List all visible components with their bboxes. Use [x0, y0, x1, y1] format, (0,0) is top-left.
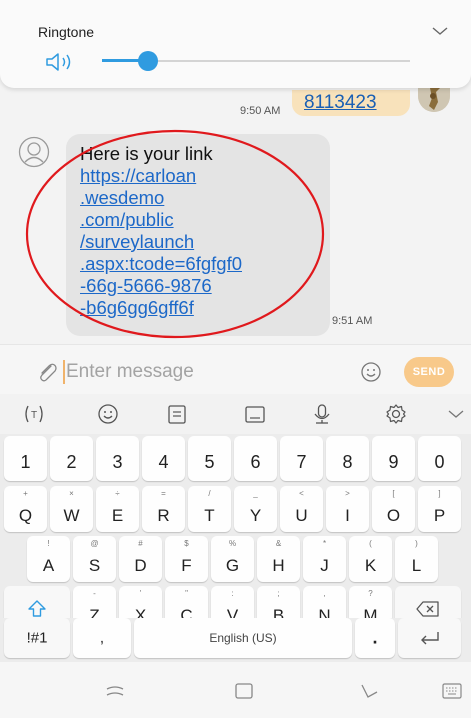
received-message-time: 9:51 AM — [332, 315, 373, 327]
key-o[interactable]: [O — [372, 486, 415, 532]
ringtone-title: Ringtone — [38, 24, 95, 40]
key-9[interactable]: 9 — [372, 436, 415, 481]
key-w[interactable]: × W — [50, 486, 93, 532]
key-h[interactable]: & H — [257, 536, 300, 582]
contact-avatar-icon[interactable] — [18, 136, 50, 168]
key-l[interactable]: ) L — [395, 536, 438, 582]
emoji-icon[interactable] — [360, 361, 382, 383]
key-q[interactable]: + Q — [4, 486, 47, 532]
compose-bar: SEND — [0, 344, 471, 394]
key-t[interactable]: / T — [188, 486, 231, 532]
key-s[interactable]: @ S — [73, 536, 116, 582]
key-i[interactable]: > I — [326, 486, 369, 532]
keyboard-bottom-row: !#1 , English (US) . — [0, 618, 471, 662]
key-1[interactable]: 1 — [4, 436, 47, 481]
key-0[interactable]: 0 — [418, 436, 461, 481]
key-7[interactable]: 7 — [280, 436, 323, 481]
message-link-line[interactable]: .wesdemo — [80, 187, 164, 209]
key-4[interactable]: 4 — [142, 436, 185, 481]
send-button[interactable]: SEND — [404, 357, 454, 387]
key-f[interactable]: $ F — [165, 536, 208, 582]
key-p[interactable]: ] P — [418, 486, 461, 532]
volume-slider-thumb[interactable] — [138, 51, 158, 71]
key-3[interactable]: 3 — [96, 436, 139, 481]
chevron-down-icon[interactable] — [430, 24, 450, 38]
home-icon[interactable] — [232, 680, 256, 702]
key-u[interactable]: < U — [280, 486, 323, 532]
shift-icon — [28, 600, 46, 617]
attach-icon[interactable] — [36, 361, 58, 383]
key-a[interactable]: ! A — [27, 536, 70, 582]
conversation-area: 8113423 9:50 AM Here is your link https:… — [0, 88, 471, 344]
svg-text:T: T — [31, 410, 37, 421]
message-input[interactable] — [66, 357, 336, 387]
key-5[interactable]: 5 — [188, 436, 231, 481]
recent-apps-icon[interactable] — [103, 680, 127, 702]
keyboard-icon[interactable] — [243, 403, 267, 425]
space-key[interactable]: English (US) — [134, 618, 352, 658]
key-d[interactable]: # D — [119, 536, 162, 582]
key-2[interactable]: 2 — [50, 436, 93, 481]
navigation-bar — [0, 662, 471, 718]
keyboard-toolbar: T — [0, 394, 471, 434]
clipboard-icon[interactable] — [165, 403, 189, 425]
backspace-icon — [416, 601, 439, 617]
key-6[interactable]: 6 — [234, 436, 277, 481]
key-k[interactable]: (K — [349, 536, 392, 582]
key-8[interactable]: 8 — [326, 436, 369, 481]
back-icon[interactable] — [357, 680, 381, 702]
settings-icon[interactable] — [384, 403, 408, 425]
comma-key[interactable]: , — [73, 618, 131, 658]
key-e[interactable]: ÷ E — [96, 486, 139, 532]
key-g[interactable]: % G — [211, 536, 254, 582]
message-link-line[interactable]: /surveylaunch — [80, 231, 194, 253]
enter-key[interactable] — [398, 618, 461, 658]
message-link-line[interactable]: .aspx:tcode=6fgfgf0 — [80, 253, 242, 275]
my-avatar — [418, 88, 450, 112]
symbols-key[interactable]: !#1 — [4, 618, 70, 658]
speaker-icon[interactable] — [44, 52, 76, 72]
keyboard-switch-icon[interactable] — [440, 680, 464, 702]
key-r[interactable]: = R — [142, 486, 185, 532]
message-link-line[interactable]: -b6g6gg6gff6f — [80, 297, 194, 319]
chevron-down-icon[interactable] — [444, 403, 468, 425]
sent-phone-number-link[interactable]: 8113423 — [304, 92, 377, 114]
message-link-line[interactable]: -66g-5666-9876 — [80, 275, 212, 297]
sent-message-time: 9:50 AM — [240, 105, 281, 117]
message-link-line[interactable]: https://carloan — [80, 165, 196, 187]
enter-icon — [420, 632, 439, 645]
key-j[interactable]: * J — [303, 536, 346, 582]
message-intro-text: Here is your link — [80, 143, 213, 164]
t-icon[interactable]: T — [22, 403, 46, 425]
key-y[interactable]: _ Y — [234, 486, 277, 532]
period-key[interactable]: . — [355, 618, 395, 658]
text-cursor — [63, 360, 65, 384]
mic-icon[interactable] — [310, 403, 334, 425]
emoji-icon[interactable] — [96, 403, 120, 425]
message-link-line[interactable]: .com/public — [80, 209, 174, 231]
ringtone-panel: Ringtone — [0, 0, 471, 88]
